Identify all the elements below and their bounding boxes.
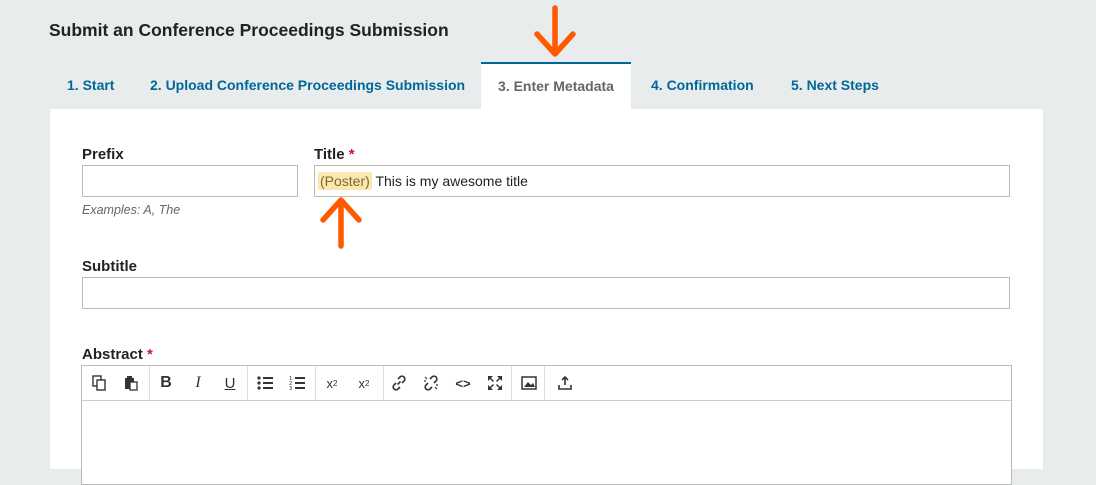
prefix-input[interactable] xyxy=(82,165,298,197)
subtitle-label: Subtitle xyxy=(82,258,137,275)
italic-icon[interactable]: I xyxy=(187,372,209,394)
page-title: Submit an Conference Proceedings Submiss… xyxy=(49,20,449,40)
paste-icon[interactable] xyxy=(120,372,142,394)
abstract-editor[interactable]: B I U 123 x2 x2 <> xyxy=(81,365,1012,485)
up-arrow-annotation-icon xyxy=(320,197,362,249)
tab-next-steps[interactable]: 5. Next Steps xyxy=(791,62,879,109)
prefix-label: Prefix xyxy=(82,146,124,163)
image-icon[interactable] xyxy=(518,372,540,394)
title-label: Title * xyxy=(314,146,355,163)
link-icon[interactable] xyxy=(388,372,410,394)
editor-toolbar: B I U 123 x2 x2 <> xyxy=(82,366,1011,401)
numbered-list-icon[interactable]: 123 xyxy=(286,372,308,394)
superscript-icon[interactable]: x2 xyxy=(321,372,343,394)
title-prefix-tag: (Poster) xyxy=(318,172,372,190)
tab-start[interactable]: 1. Start xyxy=(67,62,114,109)
title-value: This is my awesome title xyxy=(375,173,528,189)
tab-enter-metadata[interactable]: 3. Enter Metadata xyxy=(481,62,631,109)
fullscreen-icon[interactable] xyxy=(484,372,506,394)
code-icon[interactable]: <> xyxy=(452,372,474,394)
bold-icon[interactable]: B xyxy=(155,372,177,394)
bullet-list-icon[interactable] xyxy=(254,372,276,394)
upload-icon[interactable] xyxy=(554,372,576,394)
prefix-help-text: Examples: A, The xyxy=(82,203,181,217)
metadata-form-panel: Prefix Examples: A, The Title * (Poster)… xyxy=(50,109,1043,485)
tab-confirmation[interactable]: 4. Confirmation xyxy=(651,62,754,109)
svg-text:3: 3 xyxy=(289,386,292,390)
subscript-icon[interactable]: x2 xyxy=(353,372,375,394)
down-arrow-annotation-icon xyxy=(534,5,576,57)
tab-upload[interactable]: 2. Upload Conference Proceedings Submiss… xyxy=(150,62,465,109)
title-input[interactable]: (Poster) This is my awesome title xyxy=(314,165,1010,197)
copy-icon[interactable] xyxy=(88,372,110,394)
underline-icon[interactable]: U xyxy=(219,372,241,394)
required-marker: * xyxy=(348,146,355,163)
subtitle-input[interactable] xyxy=(82,277,1010,309)
unlink-icon[interactable] xyxy=(420,372,442,394)
abstract-label: Abstract * xyxy=(82,346,153,363)
required-marker: * xyxy=(147,346,153,363)
